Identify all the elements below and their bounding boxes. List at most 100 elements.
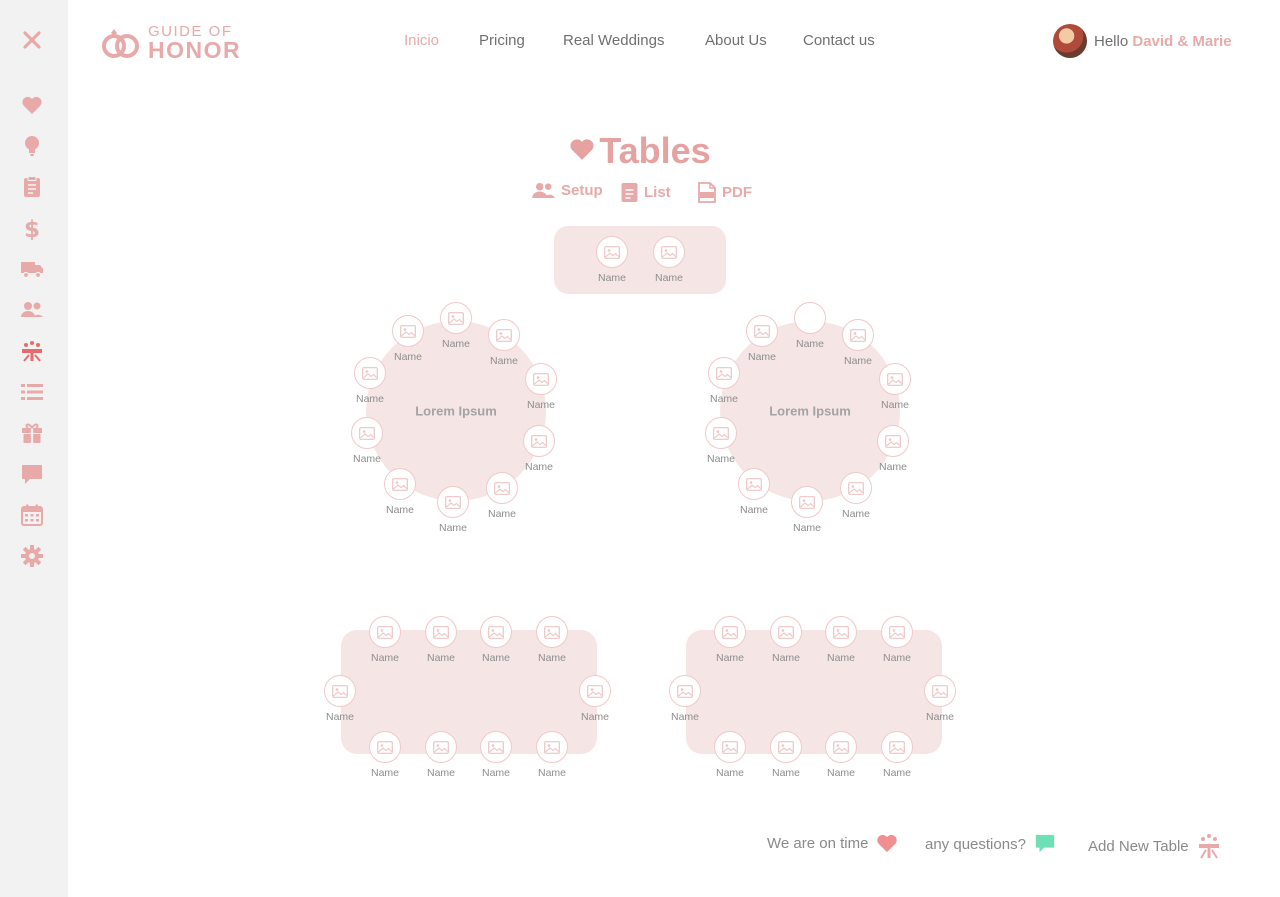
seat[interactable] [840, 472, 872, 504]
seat[interactable] [536, 616, 568, 648]
seat[interactable] [425, 616, 457, 648]
seat[interactable] [714, 731, 746, 763]
user-names: David & Marie [1132, 32, 1232, 50]
avatar[interactable] [1053, 24, 1087, 58]
seat[interactable] [746, 315, 778, 347]
seat-label: Name [580, 711, 610, 723]
seat[interactable] [369, 616, 401, 648]
image-placeholder-icon [848, 481, 864, 495]
svg-text:$: $ [24, 217, 40, 240]
pdf-button[interactable]: PDF [698, 182, 752, 203]
seat[interactable] [825, 731, 857, 763]
user-greeting: Hello David & Marie [1094, 33, 1232, 50]
seat-label: Name [526, 399, 556, 411]
seat[interactable] [791, 486, 823, 518]
seat[interactable] [653, 236, 685, 268]
image-placeholder-icon [531, 434, 547, 448]
greeting-text: Hello [1094, 32, 1129, 50]
dollar-icon[interactable]: $ [18, 214, 46, 242]
gift-icon[interactable] [18, 419, 46, 447]
close-icon[interactable] [18, 26, 46, 54]
image-placeholder-icon [362, 366, 378, 380]
image-placeholder-icon [359, 426, 375, 440]
image-placeholder-icon [496, 328, 512, 342]
seat[interactable] [488, 319, 520, 351]
seat[interactable] [536, 731, 568, 763]
seat[interactable] [354, 357, 386, 389]
seat-label: Name [537, 652, 567, 664]
seat[interactable] [924, 675, 956, 707]
seat[interactable] [369, 731, 401, 763]
image-placeholder-icon [722, 625, 738, 639]
heart-icon[interactable] [18, 91, 46, 119]
seat[interactable] [486, 472, 518, 504]
pdf-label: PDF [722, 184, 752, 201]
image-placeholder-icon [885, 434, 901, 448]
image-placeholder-icon [433, 625, 449, 639]
seat-label: Name [925, 711, 955, 723]
seat[interactable] [392, 315, 424, 347]
seat[interactable] [842, 319, 874, 351]
seat[interactable] [669, 675, 701, 707]
seat[interactable] [877, 425, 909, 457]
seat-label: Name [747, 351, 777, 363]
seat-label: Name [878, 461, 908, 473]
list-icon[interactable] [18, 378, 46, 406]
seat[interactable] [440, 302, 472, 334]
seat[interactable] [596, 236, 628, 268]
nav-about-us[interactable]: About Us [705, 32, 767, 49]
seat[interactable] [480, 731, 512, 763]
guests-icon[interactable] [18, 296, 46, 324]
calendar-icon[interactable] [18, 501, 46, 529]
seat[interactable] [794, 302, 826, 334]
seat[interactable] [351, 417, 383, 449]
seat[interactable] [437, 486, 469, 518]
seat[interactable] [770, 731, 802, 763]
pdf-icon [698, 182, 716, 203]
seat-label: Name [355, 393, 385, 405]
seat[interactable] [714, 616, 746, 648]
seat[interactable] [480, 616, 512, 648]
seat-label: Name [438, 522, 468, 534]
seat[interactable] [324, 675, 356, 707]
seat[interactable] [384, 468, 416, 500]
image-placeholder-icon [533, 372, 549, 386]
table-icon [1198, 834, 1219, 859]
seat-label: Name [715, 652, 745, 664]
seat[interactable] [879, 363, 911, 395]
seat-label: Name [370, 767, 400, 779]
nav-pricing[interactable]: Pricing [479, 32, 525, 49]
seat[interactable] [579, 675, 611, 707]
seat[interactable] [425, 731, 457, 763]
seat[interactable] [881, 616, 913, 648]
seat-label: Name [882, 652, 912, 664]
seat[interactable] [708, 357, 740, 389]
head-table[interactable] [554, 226, 726, 294]
add-table-button[interactable]: Add New Table [1088, 833, 1221, 859]
gear-icon[interactable] [18, 542, 46, 570]
nav-inicio[interactable]: Inicio [404, 32, 439, 49]
seat[interactable] [881, 731, 913, 763]
chat-icon[interactable] [18, 460, 46, 488]
questions-link[interactable]: any questions? [925, 833, 1056, 855]
brand-logo[interactable]: GUIDE OF HONOR [102, 24, 241, 62]
seat[interactable] [770, 616, 802, 648]
seat[interactable] [738, 468, 770, 500]
image-placeholder-icon [332, 684, 348, 698]
user-menu[interactable]: Hello David & Marie [1053, 24, 1232, 58]
title-heart-icon [570, 139, 594, 160]
add-table-label: Add New Table [1088, 837, 1189, 855]
truck-icon[interactable] [18, 255, 46, 283]
image-placeholder-icon [754, 324, 770, 338]
seat[interactable] [525, 363, 557, 395]
seat[interactable] [825, 616, 857, 648]
seat[interactable] [523, 425, 555, 457]
seat[interactable] [705, 417, 737, 449]
table-icon[interactable] [18, 337, 46, 365]
seat-label: Name [841, 508, 871, 520]
nav-real-weddings[interactable]: Real Weddings [563, 32, 664, 49]
setup-button[interactable]: Setup [532, 182, 603, 199]
image-placeholder-icon [445, 495, 461, 509]
list-button[interactable]: List [621, 182, 671, 202]
nav-contact-us[interactable]: Contact us [803, 32, 875, 49]
